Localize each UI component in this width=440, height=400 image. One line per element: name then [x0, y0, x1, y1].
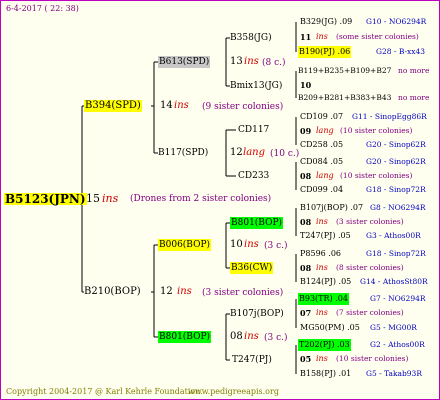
g3-queen-3: CD117 — [238, 125, 270, 135]
g4-breeder-7: G20 - Sinop62R — [366, 157, 426, 166]
g4-breeder-11: G18 - Sinop72R — [366, 249, 426, 258]
header-date: 6-4-2017 ( 22: 38) — [6, 4, 79, 13]
g4-ins-4: lang — [316, 171, 334, 180]
g2-note-4: (3 c.) — [264, 333, 288, 343]
g1-ins-1: ins — [174, 100, 189, 111]
g4-note-7: (7 sister colonies) — [336, 308, 404, 317]
g4-breeder-1: G10 - NO6294R — [366, 17, 427, 26]
g1-count-1: 14 — [160, 100, 173, 111]
g4-breeder-8: G18 - Sinop72R — [366, 185, 426, 194]
g4-queen-4: B209+B281+B383+B43 — [298, 93, 392, 102]
g3-queen-2: Bmix13(JG) — [230, 81, 283, 91]
g4-queen-13: B93(TR) .04 — [298, 293, 349, 305]
g2-ins-1: ins — [244, 56, 259, 67]
g4-queen-1: B329(JG) .09 — [300, 17, 353, 26]
g4-breeder-3: no more — [398, 66, 430, 75]
g3-queen-7: B107j(BOP) — [230, 309, 284, 319]
g4-ins-8: ins — [316, 354, 328, 363]
g2-count-4: 08 — [230, 331, 243, 342]
g2-ins-2: lang — [243, 147, 266, 158]
g4-note-6: (8 sister colonies) — [336, 263, 404, 272]
g2-count-1: 13 — [230, 56, 243, 67]
g4-queen-7: CD084 .05 — [300, 157, 344, 166]
g3-queen-1: B358(JG) — [230, 33, 272, 43]
root-ins-label: ins — [102, 192, 119, 205]
g4-count-4: 08 — [300, 171, 312, 181]
g4-queen-8: CD099 .04 — [300, 185, 344, 194]
g4-note-8: (10 sister colonies) — [336, 354, 409, 363]
g2-queen-2: B117(SPD) — [158, 148, 209, 158]
g2-queen-4: B801(BOP) — [158, 331, 212, 343]
g4-queen-10: T247(PJ) .05 — [300, 231, 351, 240]
g4-queen-6: CD258 .05 — [300, 140, 344, 149]
g4-breeder-16: G5 - Takab93R — [366, 369, 422, 378]
g3-queen-5: B801(BOP) — [230, 217, 284, 229]
g4-count-1: 11 — [300, 32, 312, 42]
g2-ins-3: ins — [244, 239, 259, 250]
g4-queen-16: B158(PJ) .01 — [300, 369, 352, 378]
g1-ins-2: ins — [177, 286, 192, 297]
g3-queen-6: B36(CW) — [230, 262, 274, 274]
root-colony-note: (Drones from 2 sister colonies) — [130, 194, 272, 204]
g2-count-3: 10 — [230, 239, 243, 250]
g4-ins-3: lang — [316, 126, 334, 135]
g4-breeder-5: G11 - SinopEgg86R — [352, 112, 427, 121]
g4-breeder-12: G14 - AthosSt80R — [360, 277, 428, 286]
g1-note-1: (9 sister colonies) — [202, 102, 284, 112]
g3-queen-8: T247(PJ) — [232, 355, 272, 365]
g2-note-1: (8 c.) — [262, 58, 286, 68]
g4-queen-15: T202(PJ) .03 — [298, 339, 351, 351]
g2-count-2: 12 — [230, 147, 243, 158]
g4-note-4: (10 sister colonies) — [340, 171, 413, 180]
g2-queen-1: B613(SPD) — [158, 56, 211, 68]
g4-queen-11: P8596 .06 — [300, 249, 342, 258]
g4-queen-14: MG50(PM) .05 — [300, 323, 360, 332]
g4-queen-5: CD109 .07 — [300, 112, 344, 121]
g1-queen-2: B210(BOP) — [84, 286, 141, 297]
g4-queen-9: B107j(BOP) .07 — [300, 203, 364, 212]
g4-note-1: (some sister colonies) — [336, 32, 419, 41]
g4-breeder-2: G28 - B-xx43 — [376, 47, 426, 56]
g4-queen-2: B190(PJ) .06 — [298, 46, 352, 58]
g2-note-3: (3 c.) — [264, 241, 288, 251]
g4-breeder-6: G20 - Sinop62R — [366, 140, 426, 149]
g4-note-3: (10 sister colonies) — [340, 126, 413, 135]
g2-ins-4: ins — [244, 331, 259, 342]
g1-count-2: 12 — [160, 286, 173, 297]
g4-count-6: 08 — [300, 263, 312, 273]
g1-note-2: (3 sister colonies) — [202, 288, 284, 298]
g4-count-3: 09 — [300, 126, 312, 136]
footer-copyright: Copyright 2004-2017 @ Karl Kehrle Founda… — [6, 387, 203, 396]
g4-breeder-13: G7 - NO6294R — [370, 294, 426, 303]
g4-count-5: 08 — [300, 217, 312, 227]
g4-count-7: 07 — [300, 308, 312, 318]
g4-breeder-10: G3 - Athos00R — [366, 231, 421, 240]
g4-breeder-15: G2 - Athos00R — [370, 340, 425, 349]
g4-breeder-9: G8 - NO6294R — [370, 203, 426, 212]
footer-site-link[interactable]: www.pedigreeapis.org — [188, 386, 279, 398]
g4-ins-1: ins — [316, 32, 328, 41]
g2-note-2: (10 c.) — [270, 149, 300, 159]
g4-queen-12: B124(PJ) .05 — [300, 277, 352, 286]
g3-queen-4: CD233 — [238, 171, 270, 181]
g4-ins-5: ins — [316, 217, 328, 226]
g1-queen-1: B394(SPD) — [84, 100, 142, 112]
root-queen: B5123(JPN) — [4, 192, 87, 206]
g4-queen-3: B119+B235+B109+B27 — [298, 66, 392, 75]
root-drone-count: 15 — [86, 192, 100, 205]
g4-breeder-4: no more — [398, 93, 430, 102]
g4-ins-7: ins — [316, 308, 328, 317]
g4-breeder-14: G5 - MG00R — [370, 323, 417, 332]
g4-note-5: (3 sister colonies) — [336, 217, 404, 226]
g2-queen-3: B006(BOP) — [158, 239, 212, 251]
g4-count-2: 10 — [300, 80, 312, 90]
g4-ins-6: ins — [316, 263, 328, 272]
g4-count-8: 05 — [300, 354, 312, 364]
